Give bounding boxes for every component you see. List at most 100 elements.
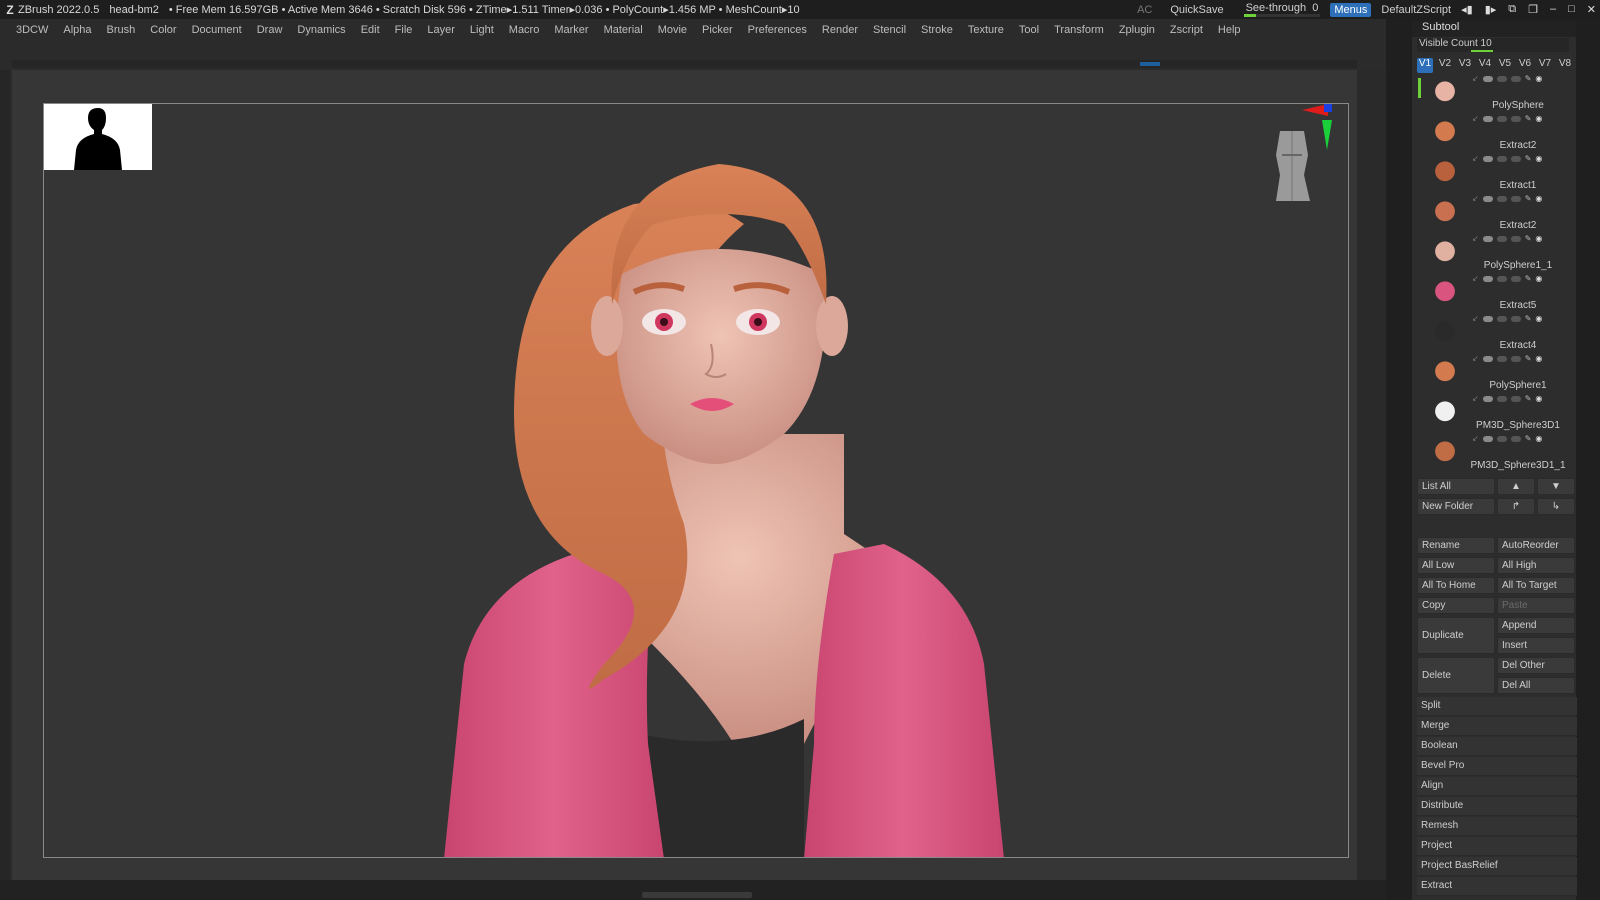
brush-icon[interactable]: ✎ <box>1525 74 1532 83</box>
toggle-icon[interactable] <box>1482 395 1493 402</box>
toggle-icon[interactable] <box>1482 195 1493 202</box>
menus-button[interactable]: Menus <box>1330 2 1372 17</box>
tab-v6[interactable]: V6 <box>1517 58 1533 73</box>
rename-button[interactable]: Rename <box>1417 537 1495 554</box>
toggle-icon[interactable] <box>1510 155 1521 162</box>
toggle-icon[interactable] <box>1510 315 1521 322</box>
polypaint-icon[interactable]: ↙ <box>1472 114 1479 123</box>
polypaint-icon[interactable]: ↙ <box>1472 74 1479 83</box>
menu-color[interactable]: Color <box>150 24 176 36</box>
seethrough-slider[interactable]: See-through 0 <box>1243 2 1321 17</box>
section-boolean[interactable]: Boolean <box>1417 737 1577 756</box>
toggle-icon[interactable] <box>1496 115 1507 122</box>
toggle-icon[interactable] <box>1482 355 1493 362</box>
eye-icon[interactable]: ◉ <box>1535 354 1542 363</box>
all-to-home-button[interactable]: All To Home <box>1417 577 1495 594</box>
polypaint-icon[interactable]: ↙ <box>1472 274 1479 283</box>
tab-v3[interactable]: V3 <box>1457 58 1473 73</box>
tab-v4[interactable]: V4 <box>1477 58 1493 73</box>
paste-button[interactable]: Paste <box>1497 597 1575 614</box>
subtool-item[interactable]: ↙ ✎ ◉ Extract4 <box>1428 312 1576 352</box>
move-up-icon[interactable]: ▲ <box>1497 478 1535 495</box>
polypaint-icon[interactable]: ↙ <box>1472 234 1479 243</box>
polypaint-icon[interactable]: ↙ <box>1472 434 1479 443</box>
subtool-item[interactable]: ↙ ✎ ◉ PolySphere <box>1418 72 1576 112</box>
section-bevel-pro[interactable]: Bevel Pro <box>1417 757 1577 776</box>
eye-icon[interactable]: ◉ <box>1535 274 1542 283</box>
copy-button[interactable]: Copy <box>1417 597 1495 614</box>
brush-icon[interactable]: ✎ <box>1525 434 1532 443</box>
eye-icon[interactable]: ◉ <box>1535 394 1542 403</box>
polypaint-icon[interactable]: ↙ <box>1472 394 1479 403</box>
layout-left-icon[interactable]: ◂▮ <box>1461 3 1473 16</box>
toggle-icon[interactable] <box>1510 435 1521 442</box>
polypaint-icon[interactable]: ↙ <box>1472 314 1479 323</box>
toggle-icon[interactable] <box>1496 275 1507 282</box>
eye-icon[interactable]: ◉ <box>1535 434 1542 443</box>
toggle-icon[interactable] <box>1496 195 1507 202</box>
quicksave-button[interactable]: QuickSave <box>1170 4 1223 16</box>
eye-icon[interactable]: ◉ <box>1535 314 1542 323</box>
brush-icon[interactable]: ✎ <box>1525 274 1532 283</box>
menu-stroke[interactable]: Stroke <box>921 24 953 36</box>
menu-picker[interactable]: Picker <box>702 24 733 36</box>
polypaint-icon[interactable]: ↙ <box>1472 354 1479 363</box>
tab-v8[interactable]: V8 <box>1557 58 1573 73</box>
menu-dynamics[interactable]: Dynamics <box>297 24 345 36</box>
toggle-icon[interactable] <box>1510 115 1521 122</box>
duplicate-button[interactable]: Duplicate <box>1417 617 1495 654</box>
section-distribute[interactable]: Distribute <box>1417 797 1577 816</box>
section-project-basrelief[interactable]: Project BasRelief <box>1417 857 1577 876</box>
autoreorder-button[interactable]: AutoReorder <box>1497 537 1575 554</box>
brush-icon[interactable]: ✎ <box>1525 394 1532 403</box>
close-icon[interactable]: ✕ <box>1587 3 1596 16</box>
window-copy-icon[interactable]: ⧉ <box>1508 3 1516 16</box>
toggle-icon[interactable] <box>1482 235 1493 242</box>
subtool-item[interactable]: ↙ ✎ ◉ PolySphere1_1 <box>1428 232 1576 272</box>
subtool-item[interactable]: ↙ ✎ ◉ PolySphere1 <box>1428 352 1576 392</box>
menu-marker[interactable]: Marker <box>554 24 588 36</box>
insert-button[interactable]: Insert <box>1497 637 1575 654</box>
list-all-button[interactable]: List All <box>1417 478 1495 495</box>
menu-macro[interactable]: Macro <box>509 24 540 36</box>
section-align[interactable]: Align <box>1417 777 1577 796</box>
menu-alpha[interactable]: Alpha <box>63 24 91 36</box>
right-tray[interactable] <box>1358 70 1386 880</box>
new-folder-button[interactable]: New Folder <box>1417 498 1495 515</box>
toggle-icon[interactable] <box>1496 155 1507 162</box>
tab-v7[interactable]: V7 <box>1537 58 1553 73</box>
maximize-icon[interactable]: □ <box>1568 3 1575 16</box>
ac-label[interactable]: AC <box>1137 4 1152 16</box>
toggle-icon[interactable] <box>1510 355 1521 362</box>
toggle-icon[interactable] <box>1482 155 1493 162</box>
toggle-icon[interactable] <box>1510 275 1521 282</box>
toggle-icon[interactable] <box>1510 75 1521 82</box>
toggle-icon[interactable] <box>1482 75 1493 82</box>
menu-preferences[interactable]: Preferences <box>748 24 807 36</box>
delete-button[interactable]: Delete <box>1417 657 1495 694</box>
all-high-button[interactable]: All High <box>1497 557 1575 574</box>
toggle-icon[interactable] <box>1482 275 1493 282</box>
subtool-item[interactable]: ↙ ✎ ◉ Extract2 <box>1428 112 1576 152</box>
move-in-icon[interactable]: ↱ <box>1497 498 1535 515</box>
section-extract[interactable]: Extract <box>1417 877 1577 896</box>
menu-transform[interactable]: Transform <box>1054 24 1104 36</box>
menu-tool[interactable]: Tool <box>1019 24 1039 36</box>
subtool-item[interactable]: ↙ ✎ ◉ Extract1 <box>1428 152 1576 192</box>
minimize-icon[interactable]: – <box>1550 3 1556 16</box>
menu-render[interactable]: Render <box>822 24 858 36</box>
toggle-icon[interactable] <box>1496 435 1507 442</box>
subtool-title[interactable]: Subtool <box>1412 21 1576 37</box>
toggle-icon[interactable] <box>1510 195 1521 202</box>
toggle-icon[interactable] <box>1496 75 1507 82</box>
move-out-icon[interactable]: ↳ <box>1537 498 1575 515</box>
toggle-icon[interactable] <box>1482 315 1493 322</box>
navigation-thumbnail[interactable] <box>44 104 152 170</box>
brush-icon[interactable]: ✎ <box>1525 114 1532 123</box>
move-down-icon[interactable]: ▼ <box>1537 478 1575 495</box>
section-merge[interactable]: Merge <box>1417 717 1577 736</box>
section-project[interactable]: Project <box>1417 837 1577 856</box>
menu-edit[interactable]: Edit <box>361 24 380 36</box>
menu-brush[interactable]: Brush <box>107 24 136 36</box>
menu-texture[interactable]: Texture <box>968 24 1004 36</box>
